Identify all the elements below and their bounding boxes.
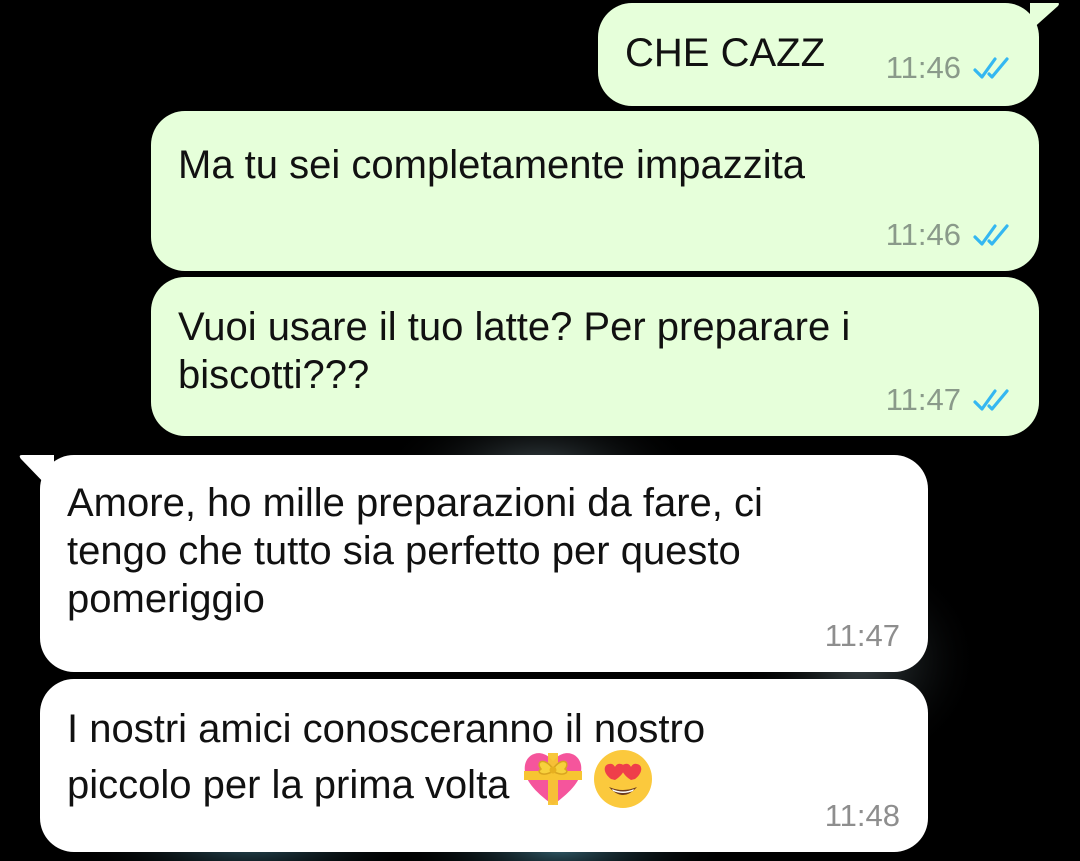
double-check-icon (973, 57, 1009, 79)
message-timestamp: 11:46 (885, 50, 961, 85)
outgoing-message-bubble[interactable]: Vuoi usare il tuo latte? Per preparare i… (151, 277, 1039, 436)
incoming-message-bubble[interactable]: Amore, ho mille preparazioni da fare, ci… (40, 455, 928, 672)
message-meta: 11:46 (886, 217, 1017, 253)
message-text: Amore, ho mille preparazioni da fare, ci… (67, 481, 763, 621)
message-timestamp: 11:47 (824, 618, 900, 653)
outgoing-message-bubble[interactable]: Ma tu sei completamente impazzita 11:46 (151, 111, 1039, 271)
double-check-icon (973, 224, 1009, 246)
message-text: CHE CAZZ (625, 31, 825, 75)
message-text: I nostri amici conosceranno il nostro pi… (67, 705, 705, 817)
message-meta: 11:48 (825, 798, 900, 834)
message-text: Vuoi usare il tuo latte? Per preparare i… (178, 305, 851, 397)
heart-eyes-emoji (594, 750, 653, 808)
heart-with-ribbon-emoji (524, 753, 583, 805)
double-check-icon (973, 389, 1009, 411)
message-timestamp: 11:46 (885, 217, 961, 252)
bubble-tail (19, 455, 54, 487)
message-meta: 11:47 (886, 382, 1017, 418)
message-timestamp: 11:47 (885, 382, 961, 417)
message-meta: 11:46 (886, 50, 1017, 86)
incoming-message-bubble[interactable]: I nostri amici conosceranno il nostro pi… (40, 679, 928, 852)
bubble-tail (1030, 3, 1059, 31)
outgoing-message-bubble[interactable]: CHE CAZZ 11:46 (598, 3, 1039, 106)
message-text: Ma tu sei completamente impazzita (178, 143, 805, 187)
message-timestamp: 11:48 (824, 798, 900, 833)
message-meta: 11:47 (825, 618, 900, 654)
